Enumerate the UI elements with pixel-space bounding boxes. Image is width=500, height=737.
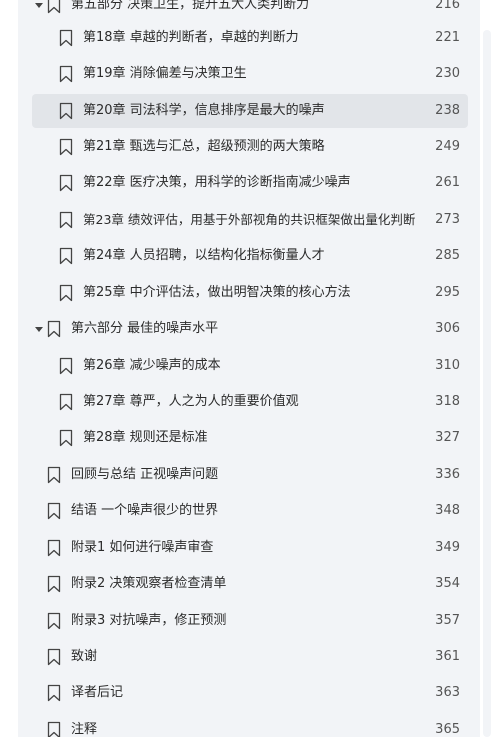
toc-item-label: 第18章 卓越的判断者，卓越的判断力: [83, 30, 299, 45]
bookmark-icon: [47, 721, 61, 737]
toc-item-ch26[interactable]: 第26章 减少噪声的成本 310: [18, 349, 480, 383]
toc-item-page: 361: [435, 649, 460, 664]
bookmark-icon: [59, 29, 73, 47]
toc-item-page: 230: [435, 66, 460, 81]
toc-item-epilogue[interactable]: 结语 一个噪声很少的世界 348: [18, 494, 480, 528]
toc-item-translator-afterword[interactable]: 译者后记 363: [18, 676, 480, 710]
bookmark-icon: [47, 575, 61, 593]
toc-item-ch18[interactable]: 第18章 卓越的判断者，卓越的判断力 221: [18, 21, 480, 55]
toc-item-page: 273: [435, 212, 460, 227]
toc-item-ch20[interactable]: 第20章 司法科学，信息排序是最大的噪声 238: [18, 94, 480, 128]
toc-item-notes[interactable]: 注释 365: [18, 713, 480, 737]
toc-item-page: 295: [435, 285, 460, 300]
toc-item-page: 310: [435, 358, 460, 373]
bookmark-icon: [59, 138, 73, 156]
toc-item-page: 318: [435, 394, 460, 409]
toc-item-ch22[interactable]: 第22章 医疗决策，用科学的诊断指南减少噪声 261: [18, 166, 480, 200]
bookmark-icon: [47, 466, 61, 484]
bookmark-icon: [59, 174, 73, 192]
bookmark-icon: [47, 320, 61, 338]
toc-item-page: 363: [435, 685, 460, 700]
toc-item-page: 365: [435, 722, 460, 737]
toc-item-page: 238: [435, 103, 460, 118]
toc-item-ch28[interactable]: 第28章 规则还是标准 327: [18, 421, 480, 455]
toc-item-page: 249: [435, 139, 460, 154]
toc-item-appendix-3[interactable]: 附录3 对抗噪声，修正预测 357: [18, 604, 480, 638]
bookmark-icon: [59, 429, 73, 447]
toc-item-ch25[interactable]: 第25章 中介评估法，做出明智决策的核心方法 295: [18, 276, 480, 310]
toc-item-ch21[interactable]: 第21章 甄选与汇总，超级预测的两大策略 249: [18, 130, 480, 164]
toc-item-label: 第26章 减少噪声的成本: [83, 358, 221, 373]
bookmark-icon: [59, 393, 73, 411]
toc-item-label: 注释: [71, 722, 98, 737]
toc-item-page: 285: [435, 248, 460, 263]
toc-item-page: 349: [435, 540, 460, 555]
toc-item-page: 216: [435, 0, 460, 12]
caret-down-icon[interactable]: [34, 324, 44, 334]
toc-part-6[interactable]: 第六部分 最佳的噪声水平 306: [18, 312, 480, 346]
toc-item-label: 第23章 绩效评估，用基于外部视角的共识框架做出量化判断: [83, 212, 416, 227]
toc-item-label: 第六部分 最佳的噪声水平: [71, 321, 219, 336]
toc-item-label: 附录1 如何进行噪声审查: [71, 540, 214, 555]
toc-item-label: 结语 一个噪声很少的世界: [71, 503, 219, 518]
toc-item-appendix-2[interactable]: 附录2 决策观察者检查清单 354: [18, 567, 480, 601]
toc-item-label: 第19章 消除偏差与决策卫生: [83, 66, 247, 81]
bookmark-icon: [47, 539, 61, 557]
toc-item-label: 第25章 中介评估法，做出明智决策的核心方法: [83, 285, 351, 300]
toc-item-label: 第20章 司法科学，信息排序是最大的噪声: [83, 103, 325, 118]
bookmark-icon: [47, 0, 61, 14]
toc-item-review[interactable]: 回顾与总结 正视噪声问题 336: [18, 458, 480, 492]
bookmark-icon: [47, 612, 61, 630]
bookmark-icon: [59, 102, 73, 120]
toc-item-acknowledgements[interactable]: 致谢 361: [18, 640, 480, 674]
toc-item-label: 回顾与总结 正视噪声问题: [71, 467, 219, 482]
bookmark-icon: [47, 684, 61, 702]
toc-item-page: 221: [435, 30, 460, 45]
bookmark-icon: [47, 648, 61, 666]
toc-item-label: 译者后记: [71, 685, 124, 700]
toc-item-page: 336: [435, 467, 460, 482]
toc-item-label: 第21章 甄选与汇总，超级预测的两大策略: [83, 139, 325, 154]
bookmark-icon: [59, 357, 73, 375]
toc-item-label: 第24章 人员招聘，以结构化指标衡量人才: [83, 248, 325, 263]
toc-item-ch27[interactable]: 第27章 尊严，人之为人的重要价值观 318: [18, 385, 480, 419]
toc-item-page: 348: [435, 503, 460, 518]
bookmark-icon: [59, 247, 73, 265]
toc-item-ch24[interactable]: 第24章 人员招聘，以结构化指标衡量人才 285: [18, 239, 480, 273]
scrollbar[interactable]: [483, 30, 491, 737]
toc-item-page: 357: [435, 613, 460, 628]
caret-down-icon[interactable]: [34, 0, 44, 10]
bookmark-icon: [59, 211, 73, 229]
toc-item-page: 327: [435, 430, 460, 445]
toc-part-5[interactable]: 第五部分 决策卫生，提升五大人类判断力 216: [18, 0, 480, 22]
toc-panel: 第五部分 决策卫生，提升五大人类判断力 216 第18章 卓越的判断者，卓越的判…: [18, 0, 480, 737]
toc-item-ch19[interactable]: 第19章 消除偏差与决策卫生 230: [18, 57, 480, 91]
toc-item-label: 附录2 决策观察者检查清单: [71, 576, 227, 591]
toc-item-page: 306: [435, 321, 460, 336]
bookmark-icon: [59, 284, 73, 302]
toc-item-label: 第27章 尊严，人之为人的重要价值观: [83, 394, 299, 409]
toc-item-page: 261: [435, 175, 460, 190]
toc-item-ch23[interactable]: 第23章 绩效评估，用基于外部视角的共识框架做出量化判断 273: [18, 203, 480, 237]
bookmark-icon: [47, 502, 61, 520]
toc-item-label: 第28章 规则还是标准: [83, 430, 208, 445]
toc-item-label: 附录3 对抗噪声，修正预测: [71, 613, 227, 628]
toc-item-label: 致谢: [71, 649, 98, 664]
toc-item-appendix-1[interactable]: 附录1 如何进行噪声审查 349: [18, 531, 480, 565]
toc-item-page: 354: [435, 576, 460, 591]
bookmark-icon: [59, 65, 73, 83]
toc-item-label: 第五部分 决策卫生，提升五大人类判断力: [71, 0, 310, 12]
toc-item-label: 第22章 医疗决策，用科学的诊断指南减少噪声: [83, 175, 351, 190]
